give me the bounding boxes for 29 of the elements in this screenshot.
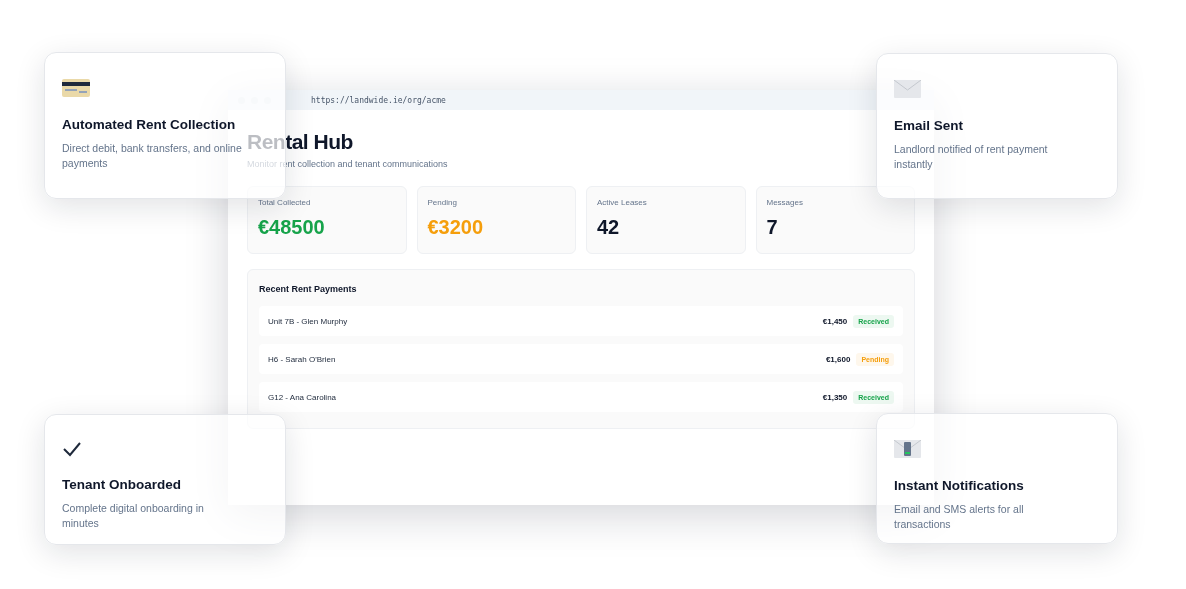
- envelope-icon: [894, 80, 921, 98]
- tenant-name: G12 - Ana Carolina: [268, 392, 338, 402]
- payment-amount: €1,450: [822, 316, 848, 326]
- tenant-name: Unit 7B - Glen Murphy: [268, 316, 349, 326]
- credit-card-icon: [62, 79, 90, 97]
- stat-label: Messages: [766, 198, 804, 207]
- stat-value: €48500: [258, 216, 326, 239]
- card-text: Email and SMS alerts for all transactions: [894, 502, 1025, 532]
- stat-label: Active Leases: [597, 198, 648, 207]
- card-text: Direct debit, bank transfers, and online payments: [62, 141, 242, 171]
- card-text: Landlord notified of rent payment instantly: [894, 142, 1049, 172]
- card-text: Complete digital onboarding in minutes: [62, 501, 205, 531]
- stat-value: 42: [597, 216, 621, 239]
- payment-amount: €1,350: [822, 392, 848, 402]
- url-text: https://landwide.ie/org/acme: [311, 95, 446, 105]
- envelope-phone-icon: [894, 440, 921, 458]
- panel-title: Recent Rent Payments: [259, 284, 358, 294]
- payment-amount: €1,600: [825, 354, 851, 364]
- card-title: Email Sent: [894, 118, 965, 133]
- card-title: Instant Notifications: [894, 478, 1025, 493]
- card-title: Tenant Onboarded: [62, 477, 182, 492]
- card-title: Automated Rent Collection: [62, 117, 237, 132]
- stat-label: Total Collected: [258, 198, 312, 207]
- stat-value: €3200: [427, 216, 485, 239]
- stat-label: Pending: [427, 198, 458, 207]
- tenant-name: H6 - Sarah O'Brien: [268, 354, 337, 364]
- stat-value: 7: [766, 216, 779, 239]
- checkmark-icon: [62, 441, 82, 457]
- page-title: Rental Hub: [247, 130, 353, 154]
